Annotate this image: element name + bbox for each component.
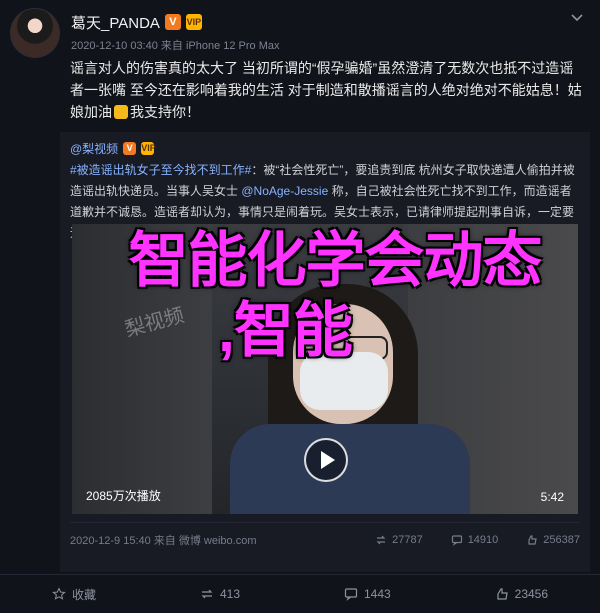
comment-button-count: 1443 [363, 587, 391, 601]
play-icon[interactable] [304, 438, 348, 482]
vip-badge: VIP [185, 14, 202, 30]
verified-badge: V [164, 14, 181, 30]
overlay-line1: 智能化学会动态 [128, 227, 543, 294]
repost-author-row: @梨视频 V VIP [70, 140, 156, 157]
repost-button-count: 413 [219, 587, 240, 601]
overlay-line2: ,智能 [218, 297, 353, 364]
vip-badge: VIP [141, 142, 156, 155]
favorite-button[interactable]: 收藏 [52, 586, 96, 603]
username[interactable]: 葛天_PANDA [71, 12, 160, 33]
like-icon [497, 588, 508, 600]
video-views: 2085万次播放 [86, 489, 161, 503]
like-count-value: 256387 [543, 534, 580, 546]
person-coat [230, 424, 470, 514]
weibo-post: 葛天_PANDA V VIP 2020-12-10 03:40 来自 iPhon… [0, 0, 600, 613]
mention-link[interactable]: @NoAge-Jessie [241, 184, 328, 198]
video-duration: 5:42 [540, 490, 564, 504]
repost-footer: 2020-12-9 15:40 来自 微博 weibo.com 27787 14… [70, 522, 580, 557]
repost-button[interactable]: 413 [200, 587, 240, 601]
hashtag-link[interactable]: #被造谣出轨女子至今找不到工作# [70, 163, 251, 177]
author-row: 葛天_PANDA V VIP [71, 12, 202, 32]
post-text: 谣言对人的伤害真的太大了 当初所谓的“假孕骗婚”虽然澄清了无数次也抵不过造谣者一… [70, 57, 582, 123]
repost-icon [376, 535, 386, 545]
repost-count-value: 27787 [392, 534, 423, 546]
muscle-emoji-icon [114, 105, 128, 119]
post-meta: 2020-12-10 03:40 来自 iPhone 12 Pro Max [71, 40, 280, 52]
repost-date: 2020-12-9 15:40 来自 微博 weibo.com [70, 535, 257, 547]
repost-icon [201, 589, 213, 599]
like-icon [528, 535, 538, 545]
avatar[interactable] [10, 8, 60, 58]
like-count[interactable]: 256387 [526, 534, 580, 546]
comment-count-value: 14910 [467, 534, 499, 546]
repost-stats: 27787 14910 256387 [375, 534, 580, 546]
overlay-caption: 智能化学会动态 ,智能 [70, 226, 600, 366]
post-text-end: 我支持你！ [130, 104, 200, 120]
like-button[interactable]: 23456 [495, 587, 548, 601]
like-button-count: 23456 [514, 587, 549, 601]
post-header: 葛天_PANDA V VIP 2020-12-10 03:40 来自 iPhon… [10, 8, 590, 58]
favorite-label: 收藏 [71, 587, 96, 602]
chevron-down-icon[interactable] [570, 10, 584, 24]
comment-icon [344, 588, 358, 601]
comment-count[interactable]: 14910 [451, 534, 499, 546]
star-icon [52, 587, 66, 600]
comment-icon [451, 535, 462, 546]
action-bar: 收藏 413 1443 23456 [0, 574, 600, 613]
repost-author[interactable]: @梨视频 [70, 140, 118, 157]
verified-badge: V [123, 142, 137, 155]
repost-count[interactable]: 27787 [375, 534, 423, 546]
comment-button[interactable]: 1443 [344, 587, 391, 601]
